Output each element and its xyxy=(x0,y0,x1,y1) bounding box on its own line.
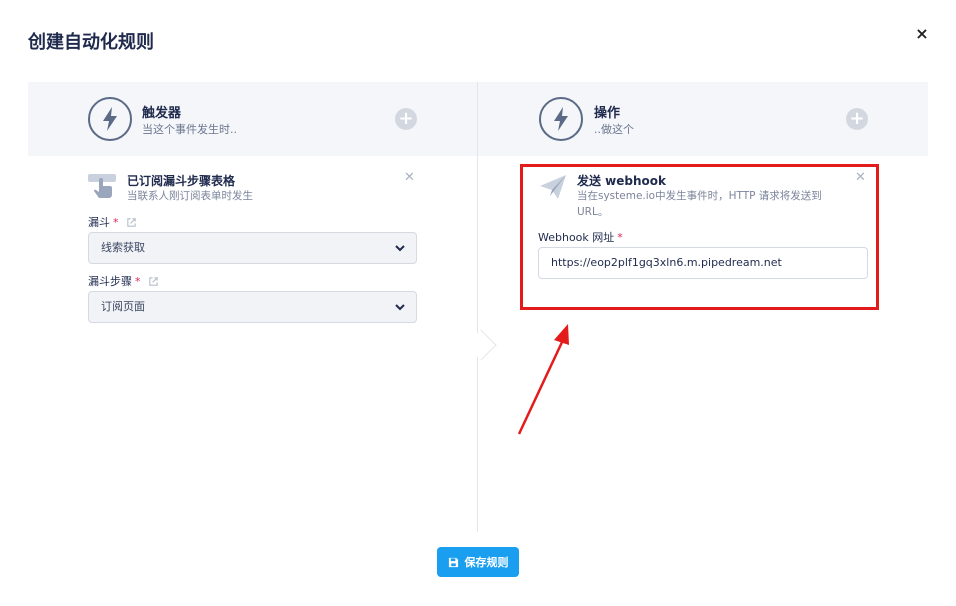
divider-notch xyxy=(465,329,497,361)
funnel-step-label-text: 漏斗步骤 xyxy=(88,275,132,288)
column-divider xyxy=(477,82,478,532)
highlight-box xyxy=(520,164,879,310)
funnel-step-field-label: 漏斗步骤 * xyxy=(88,273,159,289)
trigger-step-icon xyxy=(88,97,132,141)
funnel-step-select-value: 订阅页面 xyxy=(101,300,145,313)
funnel-field-label: 漏斗 * xyxy=(88,214,137,230)
lightning-icon xyxy=(103,107,117,131)
action-subtitle: ..做这个 xyxy=(594,123,634,136)
add-action-button[interactable]: + xyxy=(846,108,868,130)
lightning-icon xyxy=(554,107,568,131)
chevron-down-icon xyxy=(395,245,405,252)
external-link-icon[interactable] xyxy=(148,276,159,287)
trigger-subtitle: 当这个事件发生时.. xyxy=(142,123,237,136)
trigger-card-subtitle: 当联系人刚订阅表单时发生 xyxy=(127,190,253,202)
required-mark: * xyxy=(135,274,141,288)
close-icon: ✕ xyxy=(404,170,415,185)
funnel-select-value: 线索获取 xyxy=(101,241,145,254)
add-trigger-button[interactable]: + xyxy=(395,108,417,130)
modal-title: 创建自动化规则 xyxy=(28,32,154,53)
action-step-icon xyxy=(539,97,583,141)
chevron-down-icon xyxy=(395,304,405,311)
trigger-title: 触发器 xyxy=(142,106,182,121)
plus-icon: + xyxy=(849,108,865,129)
close-button[interactable]: × xyxy=(912,24,932,44)
plus-icon: + xyxy=(398,108,414,129)
funnel-label-text: 漏斗 xyxy=(88,216,110,229)
hand-pointer-icon xyxy=(87,172,117,206)
funnel-step-select[interactable]: 订阅页面 xyxy=(88,291,417,323)
required-mark: * xyxy=(113,215,119,229)
trigger-card-title: 已订阅漏斗步骤表格 xyxy=(127,174,236,188)
external-link-icon[interactable] xyxy=(126,217,137,228)
action-title: 操作 xyxy=(594,106,621,121)
save-rule-button[interactable]: 保存规则 xyxy=(437,547,519,577)
save-icon xyxy=(448,557,458,567)
funnel-select[interactable]: 线索获取 xyxy=(88,232,417,264)
remove-trigger-button[interactable]: ✕ xyxy=(404,170,415,185)
save-rule-label: 保存规则 xyxy=(464,556,509,569)
